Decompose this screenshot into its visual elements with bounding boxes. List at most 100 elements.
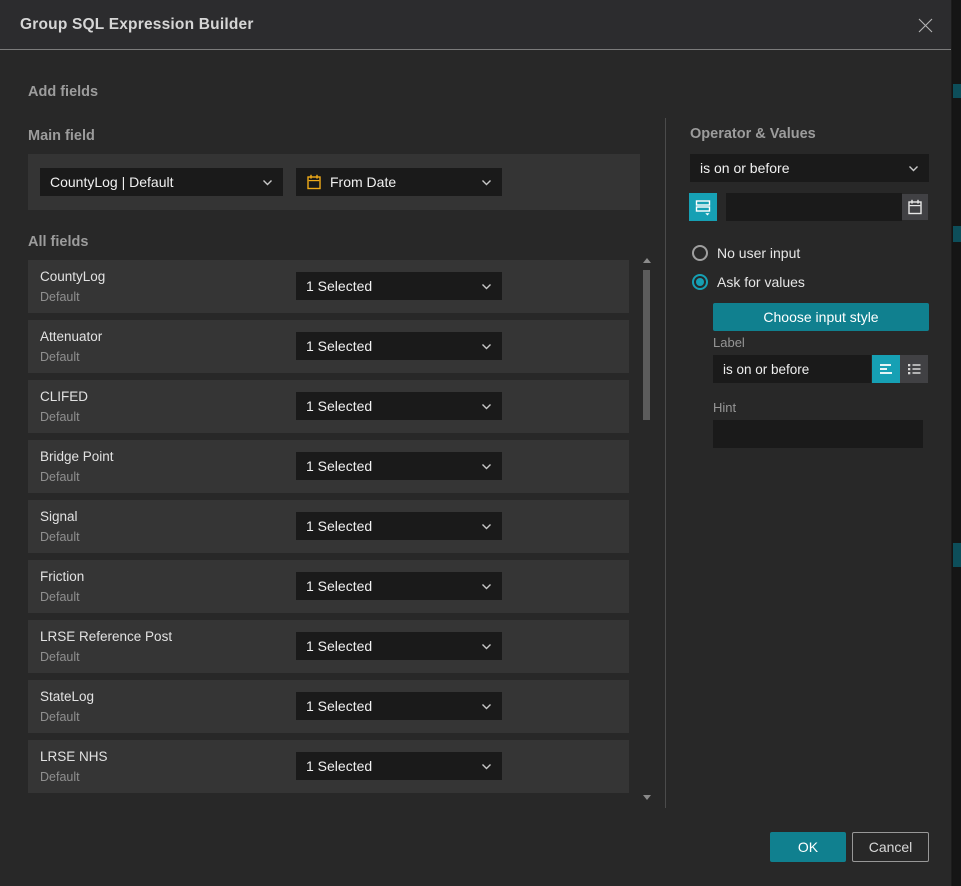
chevron-down-icon (481, 517, 492, 535)
field-values-dropdown[interactable]: 1 Selected (296, 332, 502, 360)
field-values-selected: 1 Selected (306, 758, 475, 774)
field-row: CLIFED Default 1 Selected (28, 380, 629, 433)
field-row: Friction Default 1 Selected (28, 560, 629, 613)
chevron-down-icon (481, 277, 492, 295)
group-sql-expression-builder-dialog: Group SQL Expression Builder Add fields … (0, 0, 952, 886)
panel-divider (665, 118, 666, 808)
align-left-icon (877, 360, 895, 378)
field-values-dropdown[interactable]: 1 Selected (296, 632, 502, 660)
field-name: LRSE Reference Post (40, 629, 172, 644)
label-input[interactable] (713, 355, 871, 383)
operator-select-value: is on or before (700, 160, 902, 176)
field-values-selected: 1 Selected (306, 398, 475, 414)
ok-button[interactable]: OK (770, 832, 846, 862)
date-value-input[interactable] (726, 193, 902, 221)
field-name: StateLog (40, 689, 94, 704)
scroll-down-arrow-icon[interactable] (643, 795, 651, 800)
main-field-heading: Main field (28, 128, 95, 144)
cancel-button[interactable]: Cancel (852, 832, 929, 862)
field-values-selected: 1 Selected (306, 458, 475, 474)
chevron-down-icon (481, 337, 492, 355)
field-row: CountyLog Default 1 Selected (28, 260, 629, 313)
field-values-dropdown[interactable]: 1 Selected (296, 752, 502, 780)
background-app-edge (953, 0, 961, 886)
radio-no-user-input-label: No user input (717, 245, 800, 261)
field-values-selected: 1 Selected (306, 578, 475, 594)
chevron-down-icon (481, 757, 492, 775)
radio-no-user-input[interactable]: No user input (692, 245, 800, 261)
field-name: Friction (40, 569, 84, 584)
field-row: LRSE Reference Post Default 1 Selected (28, 620, 629, 673)
scroll-up-arrow-icon[interactable] (643, 258, 651, 263)
field-row: Signal Default 1 Selected (28, 500, 629, 553)
bullet-list-icon (905, 360, 923, 378)
field-values-dropdown[interactable]: 1 Selected (296, 512, 502, 540)
field-subtitle: Default (40, 650, 80, 664)
field-values-dropdown[interactable]: 1 Selected (296, 272, 502, 300)
all-fields-heading: All fields (28, 234, 88, 250)
field-values-selected: 1 Selected (306, 518, 475, 534)
main-field-select[interactable]: From Date (296, 168, 502, 196)
hint-field-label: Hint (713, 400, 736, 415)
field-values-selected: 1 Selected (306, 338, 475, 354)
dialog-title: Group SQL Expression Builder (20, 0, 254, 50)
field-name: CountyLog (40, 269, 105, 284)
field-values-dropdown[interactable]: 1 Selected (296, 572, 502, 600)
chevron-down-icon (481, 457, 492, 475)
field-values-selected: 1 Selected (306, 278, 475, 294)
main-layer-select[interactable]: CountyLog | Default (40, 168, 283, 196)
field-subtitle: Default (40, 710, 80, 724)
scrollbar-thumb[interactable] (643, 270, 650, 420)
field-name: Signal (40, 509, 78, 524)
field-values-selected: 1 Selected (306, 638, 475, 654)
field-subtitle: Default (40, 470, 80, 484)
date-picker-button[interactable] (902, 194, 928, 220)
main-field-panel: CountyLog | Default From Date (28, 154, 640, 210)
label-field-label: Label (713, 335, 745, 350)
radio-selected-icon (692, 274, 708, 290)
field-name: Bridge Point (40, 449, 114, 464)
chevron-down-icon (262, 173, 273, 191)
field-row: StateLog Default 1 Selected (28, 680, 629, 733)
radio-ask-for-values-label: Ask for values (717, 274, 805, 290)
chevron-down-icon (481, 577, 492, 595)
chevron-down-icon (481, 697, 492, 715)
chevron-down-icon (481, 397, 492, 415)
chevron-down-icon (908, 159, 919, 177)
field-values-dropdown[interactable]: 1 Selected (296, 692, 502, 720)
calendar-icon (907, 199, 923, 215)
stacked-rows-caret-icon (694, 198, 712, 216)
field-subtitle: Default (40, 410, 80, 424)
field-subtitle: Default (40, 290, 80, 304)
field-subtitle: Default (40, 590, 80, 604)
field-row: LRSE NHS Default 1 Selected (28, 740, 629, 793)
fields-scrollbar[interactable] (643, 256, 650, 802)
hint-input[interactable] (713, 420, 923, 448)
field-name: CLIFED (40, 389, 88, 404)
field-subtitle: Default (40, 350, 80, 364)
choose-input-style-button[interactable]: Choose input style (713, 303, 929, 331)
value-source-button[interactable] (689, 193, 717, 221)
calendar-icon (306, 174, 322, 190)
screen: Group SQL Expression Builder Add fields … (0, 0, 961, 886)
close-icon (916, 16, 935, 35)
field-name: LRSE NHS (40, 749, 108, 764)
input-style-text-button[interactable] (872, 355, 900, 383)
field-values-dropdown[interactable]: 1 Selected (296, 452, 502, 480)
radio-unselected-icon (692, 245, 708, 261)
field-row: Bridge Point Default 1 Selected (28, 440, 629, 493)
field-subtitle: Default (40, 530, 80, 544)
field-values-dropdown[interactable]: 1 Selected (296, 392, 502, 420)
input-style-list-button[interactable] (900, 355, 928, 383)
close-button[interactable] (907, 7, 943, 43)
operator-select[interactable]: is on or before (690, 154, 929, 182)
chevron-down-icon (481, 173, 492, 191)
dialog-header: Group SQL Expression Builder (0, 0, 951, 50)
operator-values-heading: Operator & Values (690, 126, 816, 142)
field-subtitle: Default (40, 770, 80, 784)
add-fields-heading: Add fields (28, 84, 98, 100)
main-layer-select-value: CountyLog | Default (50, 174, 256, 190)
chevron-down-icon (481, 637, 492, 655)
field-row: Attenuator Default 1 Selected (28, 320, 629, 373)
radio-ask-for-values[interactable]: Ask for values (692, 274, 805, 290)
